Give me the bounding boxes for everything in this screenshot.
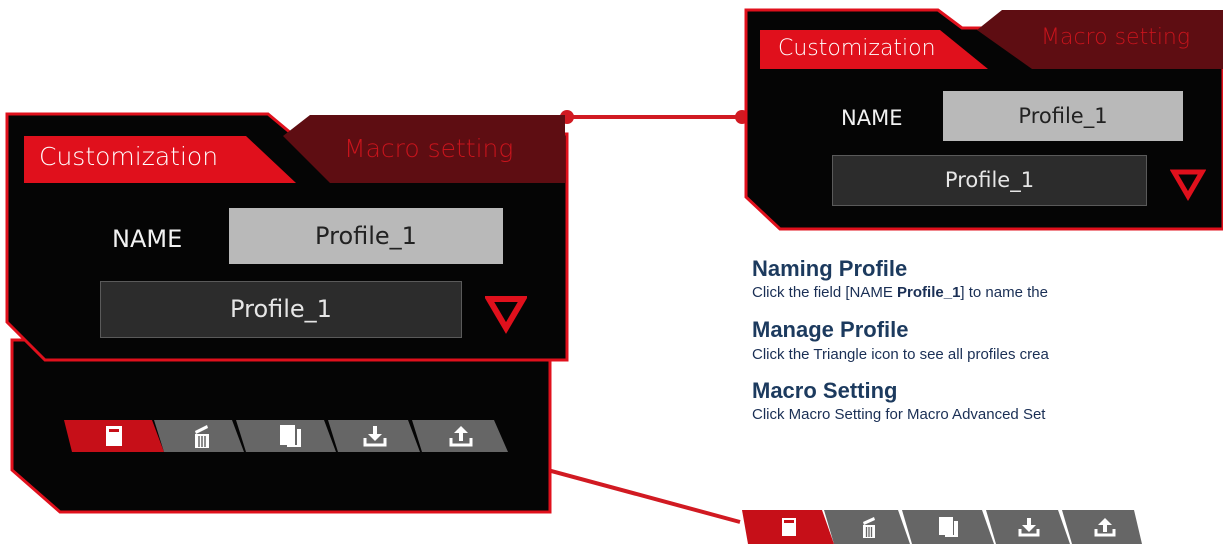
zoom-new-profile-icon bbox=[782, 518, 796, 536]
naming-text-bold: Profile_1 bbox=[897, 284, 961, 301]
naming-text-end: ] to name the bbox=[960, 284, 1048, 301]
zoom-dropdown-triangle-icon[interactable] bbox=[1170, 167, 1206, 201]
zoom-profile-name-input[interactable]: Profile_1 bbox=[943, 91, 1183, 141]
profile-name-input[interactable]: Profile_1 bbox=[229, 208, 503, 264]
naming-profile-heading: Naming Profile bbox=[752, 256, 908, 281]
zoom-trash-icon bbox=[863, 517, 875, 538]
dropdown-triangle-icon[interactable] bbox=[485, 294, 527, 334]
export-profile-button[interactable] bbox=[428, 420, 494, 452]
tab-macro-setting[interactable]: Macro setting bbox=[344, 134, 513, 163]
delete-profile-button[interactable] bbox=[172, 420, 232, 452]
panel-frame bbox=[5, 112, 569, 514]
zoom-download-icon bbox=[1018, 518, 1040, 537]
copy-icon bbox=[280, 425, 301, 447]
new-profile-button[interactable] bbox=[84, 420, 144, 452]
import-profile-button[interactable] bbox=[344, 420, 406, 452]
zoom-delete-profile-button[interactable] bbox=[840, 510, 898, 544]
zoom-copy-icon bbox=[939, 517, 958, 537]
download-icon bbox=[363, 426, 387, 447]
manage-profile-text: Click the Triangle icon to see all profi… bbox=[752, 346, 1049, 363]
zoom-new-profile-button[interactable] bbox=[760, 510, 818, 544]
profile-select[interactable]: Profile_1 bbox=[100, 281, 462, 338]
macro-setting-text: Click Macro Setting for Macro Advanced S… bbox=[752, 406, 1046, 423]
naming-text-start: Click the field [NAME bbox=[752, 284, 898, 301]
naming-profile-text: Click the field [NAME Profile_1] to name… bbox=[752, 284, 1048, 301]
macro-setting-heading: Macro Setting bbox=[752, 378, 898, 403]
name-label: NAME bbox=[112, 225, 183, 253]
zoom-tab-customization[interactable]: Customization bbox=[778, 36, 936, 61]
zoomed-toolbar bbox=[742, 504, 1142, 549]
upload-icon bbox=[449, 426, 473, 447]
zoom-profile-select[interactable]: Profile_1 bbox=[832, 155, 1147, 206]
manage-profile-heading: Manage Profile bbox=[752, 317, 909, 342]
zoomed-profile-panel: Customization Macro setting NAME Profile… bbox=[740, 0, 1223, 240]
copy-profile-button[interactable] bbox=[260, 420, 322, 452]
zoom-copy-profile-button[interactable] bbox=[920, 510, 978, 544]
zoom-export-profile-button[interactable] bbox=[1076, 510, 1134, 544]
zoom-import-profile-button[interactable] bbox=[1000, 510, 1058, 544]
zoom-name-label: NAME bbox=[841, 106, 903, 130]
new-profile-icon bbox=[106, 426, 122, 446]
profile-toolbar bbox=[64, 412, 510, 460]
trash-icon bbox=[195, 425, 209, 448]
profile-panel: Customization Macro setting NAME Profile… bbox=[0, 0, 600, 549]
tab-customization[interactable]: Customization bbox=[39, 142, 218, 171]
zoom-upload-icon bbox=[1094, 518, 1116, 537]
zoom-tab-macro-setting[interactable]: Macro setting bbox=[1041, 25, 1190, 50]
